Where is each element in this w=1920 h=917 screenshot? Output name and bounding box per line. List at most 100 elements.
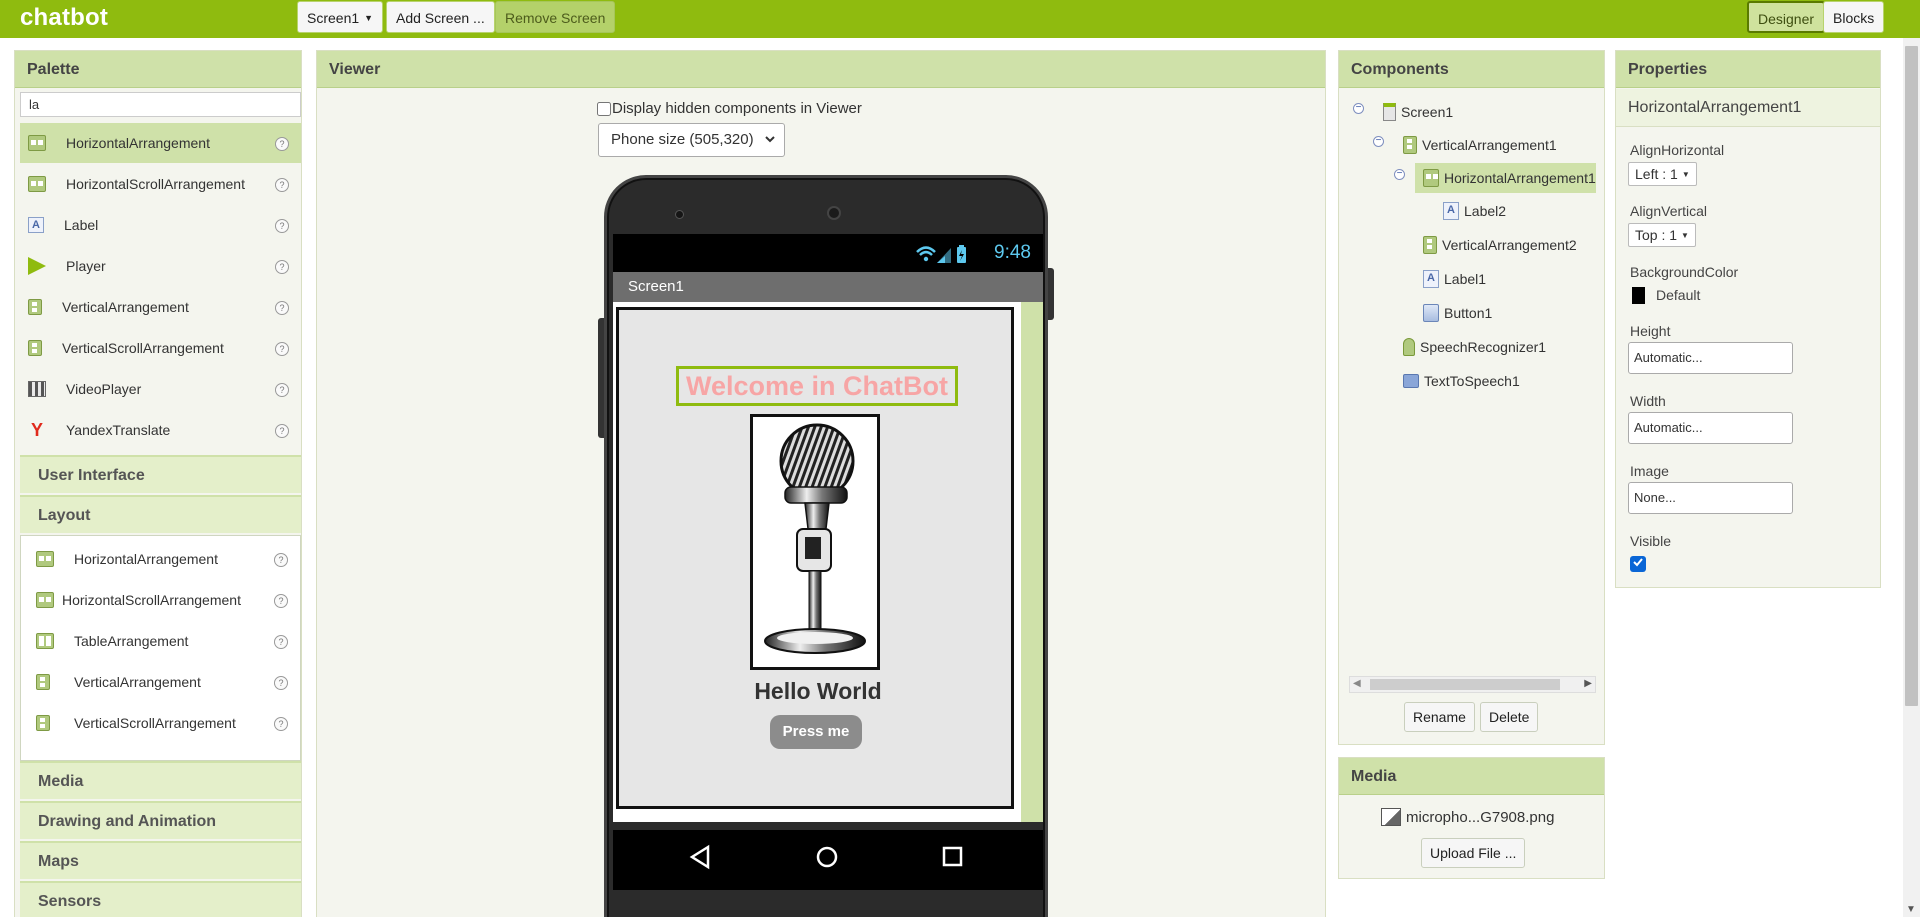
app-screen: Welcome in ChatBot Hello World Press me: [613, 302, 1043, 822]
align-vertical-value: Top : 1: [1635, 227, 1678, 243]
properties-title: Properties: [1616, 51, 1880, 88]
scroll-down-icon[interactable]: ▼: [1906, 904, 1916, 915]
add-screen-button[interactable]: Add Screen ...: [386, 1, 495, 33]
blocks-button[interactable]: Blocks: [1823, 1, 1885, 33]
align-horizontal-dropdown[interactable]: Left : 1 ▼: [1628, 162, 1697, 186]
designer-button[interactable]: Designer: [1747, 1, 1826, 33]
help-icon[interactable]: ?: [274, 676, 288, 690]
help-icon[interactable]: ?: [274, 635, 288, 649]
vertical-arrangement-icon: [1403, 136, 1417, 154]
phone-size-select[interactable]: Phone size (505,320): [598, 123, 785, 157]
collapse-screen1-icon[interactable]: −: [1353, 103, 1364, 114]
category-sensors[interactable]: Sensors: [20, 881, 301, 917]
tree-node-verticalarrangement2[interactable]: VerticalArrangement2: [1423, 230, 1577, 260]
scrollbar-thumb[interactable]: [1370, 679, 1560, 690]
display-hidden-checkbox[interactable]: Display hidden components in Viewer: [597, 100, 862, 117]
palette-item-yandex-translate[interactable]: Y YandexTranslate ?: [20, 410, 301, 450]
back-icon: [689, 844, 711, 875]
display-hidden-label: Display hidden components in Viewer: [612, 100, 862, 117]
palette-item-horizontal-arrangement[interactable]: HorizontalArrangement ?: [20, 123, 301, 163]
help-icon[interactable]: ?: [274, 594, 288, 608]
align-vertical-dropdown[interactable]: Top : 1 ▼: [1628, 223, 1696, 247]
layout-item-vertical-scroll-arrangement[interactable]: VerticalScrollArrangement ?: [21, 703, 300, 743]
palette-item-horizontal-scroll-arrangement[interactable]: HorizontalScrollArrangement ?: [20, 164, 301, 204]
category-user-interface[interactable]: User Interface: [20, 455, 301, 493]
media-title: Media: [1339, 758, 1604, 795]
help-icon[interactable]: ?: [275, 301, 289, 315]
palette-item-vertical-arrangement[interactable]: VerticalArrangement ?: [20, 287, 301, 327]
screen-select-button[interactable]: Screen1 ▼: [297, 1, 384, 33]
scrollbar-thumb[interactable]: [1905, 46, 1918, 706]
selected-component-name: HorizontalArrangement1: [1616, 89, 1880, 127]
help-icon[interactable]: ?: [275, 342, 289, 356]
horizontal-scroll-arrangement-icon: [36, 592, 54, 608]
help-icon[interactable]: ?: [275, 383, 289, 397]
category-media[interactable]: Media: [20, 761, 301, 799]
layout-item-horizontal-arrangement[interactable]: HorizontalArrangement ?: [21, 539, 300, 579]
tree-node-label: Label1: [1444, 271, 1487, 287]
layout-item-table-arrangement[interactable]: TableArrangement ?: [21, 621, 300, 661]
microphone-image[interactable]: [750, 414, 880, 670]
tree-node-label2[interactable]: A Label2: [1443, 196, 1506, 226]
app-title: chatbot: [20, 4, 109, 31]
category-layout[interactable]: Layout: [20, 495, 301, 533]
page-vertical-scrollbar[interactable]: ▼: [1903, 38, 1920, 917]
image-file-icon: [1381, 808, 1401, 826]
visible-checkbox[interactable]: [1630, 556, 1646, 572]
align-horizontal-label: AlignHorizontal: [1630, 142, 1725, 158]
help-icon[interactable]: ?: [275, 178, 289, 192]
width-input[interactable]: Automatic...: [1628, 412, 1793, 444]
tree-node-verticalarrangement1[interactable]: VerticalArrangement1: [1403, 130, 1557, 160]
palette-item-label-component[interactable]: A Label ?: [20, 205, 301, 245]
layout-item-vertical-arrangement[interactable]: VerticalArrangement ?: [21, 662, 300, 702]
welcome-label-preview[interactable]: Welcome in ChatBot: [676, 366, 958, 406]
palette-item-player[interactable]: Player ?: [20, 246, 301, 286]
phone-status-bar: 9:48: [613, 234, 1043, 272]
rename-button[interactable]: Rename: [1404, 702, 1475, 732]
help-icon[interactable]: ?: [275, 219, 289, 233]
press-me-button-preview[interactable]: Press me: [770, 715, 862, 749]
delete-button[interactable]: Delete: [1480, 702, 1539, 732]
collapse-va1-icon[interactable]: −: [1373, 136, 1384, 147]
vertical-arrangement-preview[interactable]: Welcome in ChatBot Hello World Press me: [616, 307, 1014, 809]
remove-screen-button[interactable]: Remove Screen: [495, 1, 616, 33]
components-horizontal-scrollbar[interactable]: ◀ ▶: [1349, 676, 1596, 693]
text-to-speech-icon: [1403, 374, 1419, 388]
tree-node-speechrecognizer1[interactable]: SpeechRecognizer1: [1403, 332, 1546, 362]
components-panel: Components − Screen1 − VerticalArrangeme…: [1338, 50, 1605, 745]
help-icon[interactable]: ?: [274, 553, 288, 567]
help-icon[interactable]: ?: [275, 137, 289, 151]
image-input[interactable]: None...: [1628, 482, 1793, 514]
tree-node-horizontalarrangement1[interactable]: HorizontalArrangement1: [1415, 163, 1596, 193]
color-swatch[interactable]: [1632, 287, 1645, 304]
upload-file-button[interactable]: Upload File ...: [1421, 838, 1526, 868]
scroll-right-icon[interactable]: ▶: [1584, 678, 1592, 689]
collapse-ha1-icon[interactable]: −: [1394, 169, 1405, 180]
tree-node-texttospeech1[interactable]: TextToSpeech1: [1403, 366, 1520, 396]
palette-item-video-player[interactable]: VideoPlayer ?: [20, 369, 301, 409]
scroll-left-icon[interactable]: ◀: [1353, 678, 1361, 689]
tree-node-button1[interactable]: Button1: [1423, 298, 1492, 328]
help-icon[interactable]: ?: [275, 424, 289, 438]
tree-node-screen1[interactable]: Screen1: [1383, 97, 1453, 127]
palette-item-vertical-scroll-arrangement[interactable]: VerticalScrollArrangement ?: [20, 328, 301, 368]
palette-search-input[interactable]: la: [20, 92, 301, 117]
background-color-value[interactable]: Default: [1656, 287, 1700, 303]
tree-node-label: SpeechRecognizer1: [1420, 339, 1547, 355]
screen-select-label: Screen1: [307, 10, 360, 26]
layout-item-label: TableArrangement: [74, 633, 189, 649]
media-file-item[interactable]: micropho...G7908.png: [1381, 808, 1554, 826]
hello-label-preview[interactable]: Hello World: [619, 678, 1017, 705]
phone-volume-button: [598, 318, 604, 438]
category-maps[interactable]: Maps: [20, 841, 301, 879]
help-icon[interactable]: ?: [274, 717, 288, 731]
category-drawing-and-animation[interactable]: Drawing and Animation: [20, 801, 301, 839]
display-hidden-checkbox-input[interactable]: [597, 101, 611, 116]
table-arrangement-icon: [36, 633, 54, 649]
help-icon[interactable]: ?: [275, 260, 289, 274]
signal-battery-icon: [915, 244, 971, 269]
tree-node-label1[interactable]: A Label1: [1423, 264, 1486, 294]
layout-item-horizontal-scroll-arrangement[interactable]: HorizontalScrollArrangement ?: [21, 580, 300, 620]
height-input[interactable]: Automatic...: [1628, 342, 1793, 374]
chevron-down-icon: [764, 124, 776, 167]
